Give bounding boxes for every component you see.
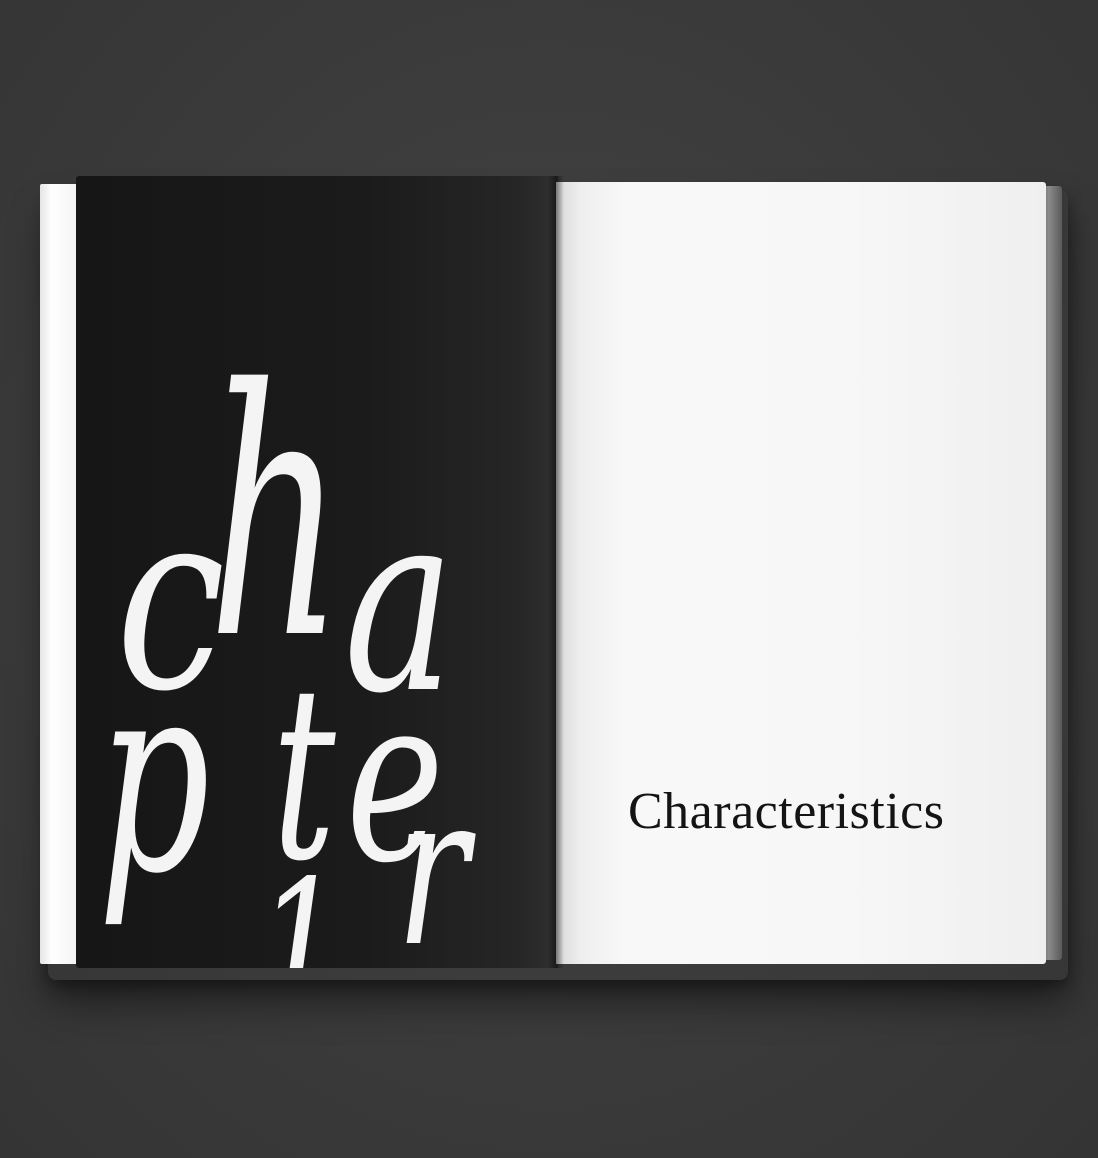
chapter-letter-p: p: [98, 624, 210, 932]
chapter-letter-r: r: [396, 748, 469, 969]
left-page-edges: [40, 184, 80, 964]
right-page: Characteristics: [556, 182, 1046, 964]
book-gutter: [548, 176, 564, 968]
left-page: h c a p t e r 1: [76, 176, 558, 968]
open-book: h c a p t e r 1 Characteristics: [0, 0, 1098, 1158]
chapter-number: 1: [256, 840, 344, 969]
chapter-title: Characteristics: [628, 783, 945, 840]
